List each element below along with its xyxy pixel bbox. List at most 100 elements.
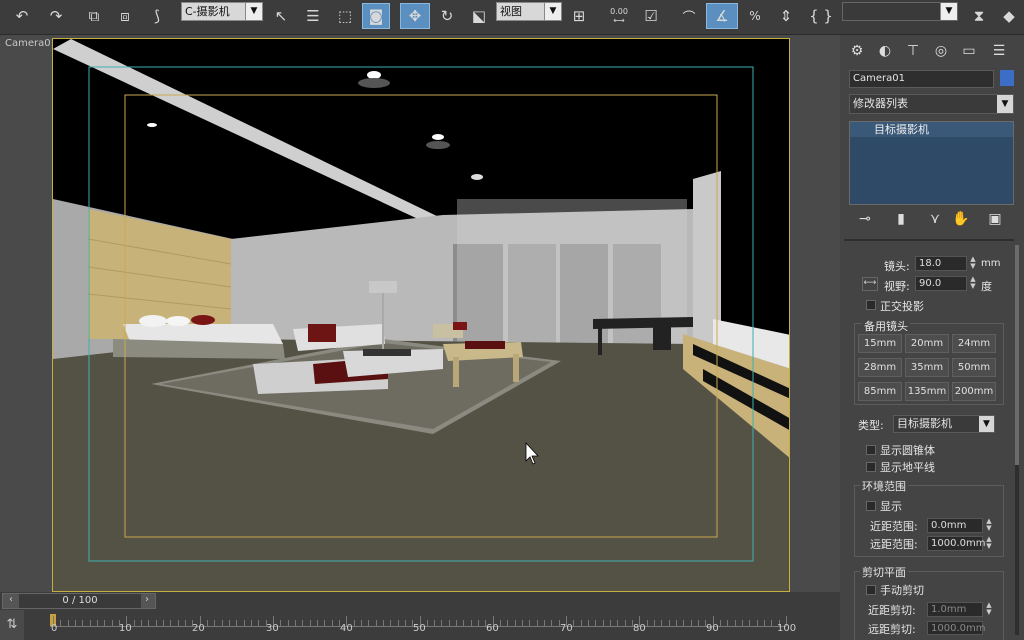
timeline-tick [698,620,700,626]
snaps-toggle-icon[interactable]: ⌒ [674,3,704,29]
redo-icon[interactable]: ↷ [44,3,68,29]
spinner-snap-label: 0.00 [610,7,628,16]
camera-viewport[interactable]: Camera01 [0,35,840,592]
lens-50mm-button[interactable]: 50mm [952,358,996,377]
align-icon[interactable]: ◆ [996,3,1022,29]
timeline-tick [727,620,729,626]
show-cone-checkbox[interactable] [866,445,876,455]
lens-28mm-button[interactable]: 28mm [858,358,902,377]
modifier-list-dropdown[interactable]: 修改器列表 ▼ [849,94,1014,114]
timeline-tick [441,620,443,626]
fov-spinner[interactable]: ▲ ▼ [968,276,978,291]
next-frame-icon[interactable]: › [140,594,154,608]
configure-sets-icon[interactable]: ▣ [984,207,1006,231]
angle-snap-icon[interactable]: ∡ [706,3,738,29]
spinner-snap-toggle-icon[interactable]: ⇕ [772,3,800,29]
timeline-tick [228,620,230,626]
unlink-icon[interactable]: ⧈ [112,3,138,29]
timeline-tick [89,620,91,626]
stock-lenses-label: 备用镜头 [862,318,910,334]
viewport-render[interactable] [52,38,790,592]
far-clip-input[interactable]: 1000.0mm [927,621,985,635]
lens-spinner[interactable]: ▲ ▼ [968,256,978,271]
rect-selection-region-icon[interactable]: ⬚ [332,3,358,29]
bind-space-warp-icon[interactable]: ⟆ [144,3,170,29]
near-range-spinner[interactable]: ▲ ▼ [984,518,994,533]
percent-snap-icon[interactable]: % [740,3,770,29]
lens-label: 镜头: [884,260,910,273]
near-clip-label: 近距剪切: [868,604,916,617]
edit-named-selection-icon[interactable]: { } [806,3,836,29]
fov-input[interactable]: 90.0 [915,276,967,291]
far-range-spinner[interactable]: ▲ ▼ [984,536,994,551]
make-unique-icon[interactable]: ⋎ [924,207,946,231]
lens-200mm-button[interactable]: 200mm [952,382,996,401]
select-and-rotate-icon[interactable]: ↻ [434,3,460,29]
display-tab-icon[interactable]: ▭ [958,39,980,63]
fov-direction-icon[interactable]: ⟷ [862,277,878,291]
panel-scrollbar-thumb[interactable] [1015,245,1019,465]
ortho-checkbox[interactable] [866,300,876,310]
link-icon[interactable]: ⧉ [82,3,106,29]
select-by-name-icon[interactable]: ☰ [300,3,326,29]
select-object-icon[interactable]: ↖ [270,3,292,29]
lens-20mm-button[interactable]: 20mm [905,334,949,353]
lens-85mm-button[interactable]: 85mm [858,382,902,401]
utilities-tab-icon[interactable]: ☰ [988,39,1010,63]
far-range-input[interactable]: 1000.0mm [927,536,985,551]
lens-15mm-button[interactable]: 15mm [858,334,902,353]
viewport-label[interactable]: Camera01 [5,38,57,49]
select-and-move-icon[interactable]: ✥ [400,3,430,29]
timeline-tick [610,620,612,626]
window-crossing-icon[interactable]: ◙ [362,3,390,29]
motion-tab-icon[interactable]: ◎ [930,39,952,63]
timeline-tick [243,620,245,626]
modify-tab-icon[interactable]: ◐ [874,39,896,63]
hierarchy-tab-icon[interactable]: ⊤ [902,39,924,63]
lens-135mm-button[interactable]: 135mm [905,382,949,401]
named-selection-dropdown[interactable]: ▼ [842,2,958,21]
open-mini-curve-editor-icon[interactable]: ⇅ [0,610,24,640]
mirror-icon[interactable]: ⧗ [966,3,992,29]
near-clip-spinner[interactable]: ▲ ▼ [984,602,994,617]
timeline-tick [184,620,186,626]
timeline-tick [544,620,546,626]
pivot-center-icon[interactable]: ⊞ [566,3,592,29]
lens-unit: mm [981,258,1001,269]
near-clip-input[interactable]: 1.0mm [927,602,983,617]
lens-24mm-button[interactable]: 24mm [952,334,996,353]
create-tab-icon[interactable]: ⚙ [846,39,868,63]
timeline-tick [507,620,509,626]
stack-item[interactable]: 目标摄影机 [850,122,1013,137]
timeline-tick [771,620,773,626]
manipulate-icon[interactable]: ☑ [638,3,664,29]
modifier-stack[interactable]: 目标摄影机 [849,121,1014,205]
remove-modifier-icon[interactable]: ✋ [950,207,972,231]
prev-frame-icon[interactable]: ‹ [4,594,18,608]
lens-input[interactable]: 18.0 [915,256,967,271]
object-color-swatch[interactable] [1000,70,1014,86]
timeline-tick [170,620,172,626]
timeline-tick [368,620,370,626]
lens-35mm-button[interactable]: 35mm [905,358,949,377]
frame-counter: 0 / 100 [19,594,141,608]
camera-type-dropdown[interactable]: 目标摄影机 ▼ [893,415,995,433]
env-show-checkbox[interactable] [866,501,876,511]
time-slider[interactable]: ‹ 0 / 100 › [2,593,156,609]
tick-label: 10 [119,623,132,634]
object-name-field[interactable]: Camera01 [849,70,994,88]
undo-icon[interactable]: ↶ [10,3,34,29]
panel-scrollbar[interactable] [1015,245,1019,635]
timeline-tick [67,620,69,626]
pin-stack-icon[interactable]: ⊸ [854,207,876,231]
reference-coordinate-dropdown[interactable]: 视图 ▼ [496,2,562,21]
timeline-tick [536,620,538,626]
show-horizon-checkbox[interactable] [866,462,876,472]
manual-clip-checkbox[interactable] [866,585,876,595]
near-range-input[interactable]: 0.0mm [927,518,983,533]
selection-filter-dropdown[interactable]: C-摄影机 ▼ [181,2,263,21]
spinner-snap-icon[interactable]: 0.00 ⟷ [604,3,634,29]
timeline-tick [448,620,450,626]
select-and-scale-icon[interactable]: ⬕ [466,3,492,29]
show-end-result-icon[interactable]: ▮ [890,207,912,231]
